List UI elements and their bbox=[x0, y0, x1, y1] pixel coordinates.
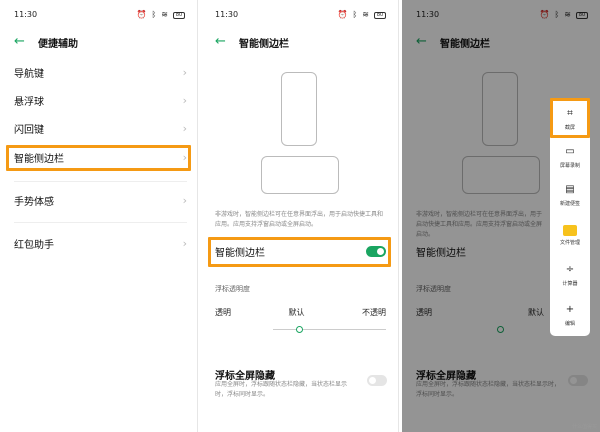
calculator-icon: ÷ bbox=[565, 264, 575, 275]
landscape-phone-illustration bbox=[261, 156, 339, 194]
menu-item-label: 手势体感 bbox=[14, 196, 54, 208]
sidebar-item-edit[interactable]: + 编辑 bbox=[550, 296, 590, 334]
divider bbox=[14, 222, 187, 223]
menu-item-label: 导航键 bbox=[14, 68, 44, 80]
note-icon: ▤ bbox=[565, 184, 575, 195]
smart-sidebar-open-screen: 11:30 ⏰ ᛒ ≋ 80 ← 智能侧边栏 非游戏时，智能侧边栏可在任意界面浮… bbox=[402, 0, 600, 432]
portrait-phone-illustration bbox=[281, 72, 317, 146]
menu-item-red-packet-assistant[interactable]: 红包助手 › bbox=[14, 229, 187, 257]
smart-sidebar-settings-screen: 11:30 ⏰ ᛒ ≋ 80 ← 智能侧边栏 非游戏时，智能侧边栏可在任意界面浮… bbox=[201, 0, 399, 432]
menu-item-flashback-key[interactable]: 闪回键 › bbox=[14, 114, 187, 142]
folder-icon bbox=[563, 224, 577, 236]
highlight-box bbox=[6, 145, 191, 171]
opacity-label-default: 默认 bbox=[288, 308, 305, 317]
sidebar-item-screen-record[interactable]: ▭ 屏幕录制 bbox=[550, 138, 590, 176]
divider bbox=[14, 181, 187, 182]
bluetooth-icon: ᛒ bbox=[151, 10, 157, 19]
wifi-icon: ≋ bbox=[362, 10, 369, 19]
back-arrow-icon[interactable]: ← bbox=[14, 35, 32, 49]
status-bar: 11:30 ⏰ ᛒ ≋ 80 bbox=[14, 10, 185, 22]
sidebar-item-file-manager[interactable]: 文件管理 bbox=[550, 216, 590, 254]
highlight-box bbox=[550, 98, 590, 138]
opacity-slider-labels: 透明 默认 不透明 bbox=[215, 307, 386, 318]
wifi-icon: ≋ bbox=[161, 10, 168, 19]
bluetooth-icon: ᛒ bbox=[352, 10, 358, 19]
page-header: ← 智能侧边栏 bbox=[215, 34, 388, 50]
menu-item-label: 闪回键 bbox=[14, 124, 44, 136]
page-title: 便捷辅助 bbox=[38, 38, 78, 50]
chevron-right-icon: › bbox=[182, 121, 187, 135]
menu-item-label: 悬浮球 bbox=[14, 96, 44, 108]
watermark: 什么值得买 bbox=[571, 424, 597, 430]
alarm-icon: ⏰ bbox=[136, 10, 147, 19]
battery-icon: 80 bbox=[173, 11, 185, 19]
page-title: 智能侧边栏 bbox=[239, 38, 289, 50]
fullscreen-hide-description: 应用全屏时，浮标跟随状态栏隐藏，当状态栏显示时，浮标同时显示。 bbox=[215, 381, 348, 398]
menu-item-navigation-keys[interactable]: 导航键 › bbox=[14, 58, 187, 86]
menu-item-floating-ball[interactable]: 悬浮球 › bbox=[14, 86, 187, 114]
menu-item-gesture-motion[interactable]: 手势体感 › bbox=[14, 186, 187, 214]
opacity-label-opaque: 不透明 bbox=[362, 308, 386, 317]
chevron-right-icon: › bbox=[182, 65, 187, 79]
accessibility-screen: 11:30 ⏰ ᛒ ≋ 80 ← 便捷辅助 导航键 › 悬浮球 › 闪回键 › … bbox=[0, 0, 198, 432]
sidebar-item-new-note[interactable]: ▤ 新建便签 bbox=[550, 176, 590, 214]
chevron-right-icon: › bbox=[182, 93, 187, 107]
alarm-icon: ⏰ bbox=[337, 10, 348, 19]
opacity-slider-track[interactable] bbox=[273, 329, 386, 330]
sidebar-item-calculator[interactable]: ÷ 计算器 bbox=[550, 256, 590, 294]
page-header: ← 便捷辅助 bbox=[14, 34, 187, 50]
video-record-icon: ▭ bbox=[565, 146, 575, 157]
chevron-right-icon: › bbox=[182, 193, 187, 207]
feature-description: 非游戏时，智能侧边栏可在任意界面浮出，用于启动快捷工具和应用。应用支持浮窗启动或… bbox=[215, 211, 384, 228]
back-arrow-icon[interactable]: ← bbox=[215, 35, 233, 49]
menu-item-label: 红包助手 bbox=[14, 239, 54, 251]
plus-icon: + bbox=[565, 304, 575, 315]
status-bar: 11:30 ⏰ ᛒ ≋ 80 bbox=[215, 10, 386, 22]
fullscreen-hide-toggle[interactable] bbox=[367, 375, 387, 386]
battery-icon: 80 bbox=[374, 11, 386, 19]
highlight-box bbox=[208, 237, 391, 267]
chevron-right-icon: › bbox=[182, 236, 187, 250]
opacity-label-transparent: 透明 bbox=[215, 308, 231, 317]
status-time: 11:30 bbox=[14, 10, 38, 19]
opacity-section-title: 浮标透明度 bbox=[215, 285, 250, 293]
opacity-slider-thumb[interactable] bbox=[296, 326, 303, 333]
status-time: 11:30 bbox=[215, 10, 239, 19]
